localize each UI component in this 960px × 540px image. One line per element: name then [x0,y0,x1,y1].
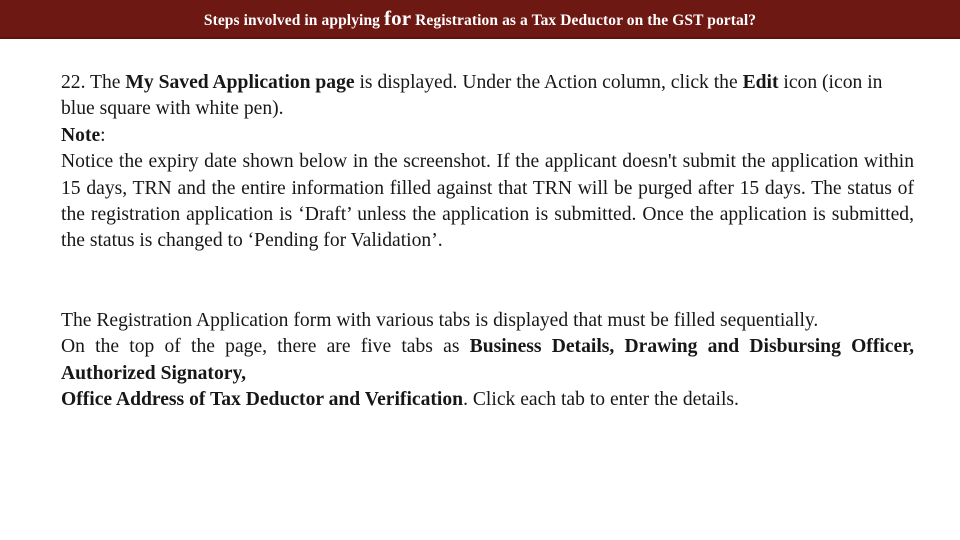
note-body-paragraph: Notice the expiry date shown below in th… [61,151,914,252]
registration-form-tabs-paragraph: On the top of the page, there are five t… [61,334,914,387]
note-label: Note [61,124,101,146]
header-title-part-2: Registration as a Tax Deductor on the GS… [411,11,757,29]
registration-form-tabs-continued: Office Address of Tax Deductor and Verif… [61,387,914,413]
note-colon: : [100,124,106,146]
tab-names-bold-part-2: Office Address of Tax Deductor and Verif… [61,389,464,411]
step-22-bold-my-saved-application-page: My Saved Application page [125,72,355,93]
step-22-bold-edit: Edit [742,72,779,93]
note-label-line: Note: [61,123,914,149]
step-22-block: 22. The My Saved Application page is dis… [61,70,914,255]
header-title-part-1: Steps involved in applying [203,11,384,29]
step-22-text-after-bold-1: is displayed. Under the Action column, c… [354,72,743,93]
slide-content: 22. The My Saved Application page is dis… [61,70,914,413]
step-22-paragraph: 22. The My Saved Application page is dis… [61,70,914,123]
registration-form-block: The Registration Application form with v… [61,308,914,414]
header-title-emphasis-for: for [384,5,412,30]
slide-header-bar: Steps involved in applying for Registrat… [0,0,960,39]
page-title: Steps involved in applying for Registrat… [203,5,757,30]
tabs-intro-text: On the top of the page, there are five t… [61,336,470,358]
step-22-number: 22. The [61,72,126,93]
registration-form-intro: The Registration Application form with v… [61,309,819,331]
tabs-outro-text: . Click each tab to enter the details. [463,389,739,411]
